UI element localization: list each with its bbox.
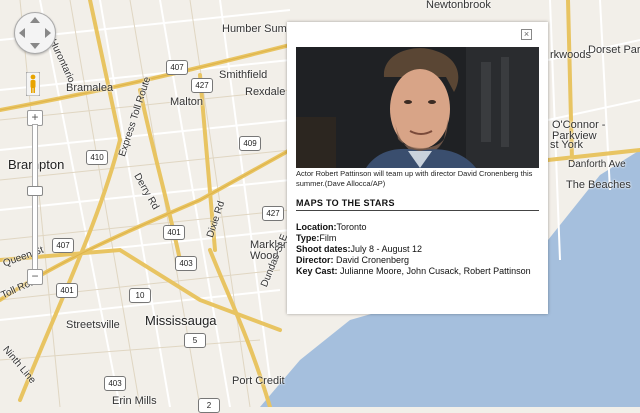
pan-right-icon[interactable] — [45, 28, 51, 38]
shield-401a: 401 — [163, 225, 185, 240]
detail-label: Shoot dates: — [296, 244, 351, 254]
pan-control[interactable] — [14, 12, 56, 54]
details-list: Location:Toronto Type:Film Shoot dates:J… — [296, 222, 539, 277]
label-newtonbrook: Newtonbrook — [426, 0, 491, 11]
pegman-icon[interactable] — [26, 72, 40, 96]
zoom-slider-track[interactable] — [32, 124, 38, 270]
label-streetsville: Streetsville — [66, 319, 120, 331]
label-mississauga: Mississauga — [145, 313, 217, 328]
detail-value: David Cronenberg — [333, 255, 410, 265]
shield-410: 410 — [86, 150, 108, 165]
detail-row: Location:Toronto — [296, 222, 539, 233]
detail-row: Type:Film — [296, 233, 539, 244]
label-erin-mills: Erin Mills — [112, 395, 157, 407]
label-parkwoods: rkwoods — [550, 49, 591, 61]
info-title: MAPS TO THE STARS — [296, 198, 395, 208]
label-danforth: Danforth Ave — [568, 159, 626, 170]
shield-407a: 407 — [166, 60, 188, 75]
pan-up-icon[interactable] — [30, 17, 40, 23]
shield-403a: 403 — [175, 256, 197, 271]
detail-row: Key Cast: Julianne Moore, John Cusack, R… — [296, 266, 539, 277]
detail-row: Director: David Cronenberg — [296, 255, 539, 266]
detail-label: Key Cast: — [296, 266, 338, 276]
label-malton: Malton — [170, 96, 204, 108]
title-divider — [296, 210, 539, 211]
shield-427b: 427 — [262, 206, 284, 221]
pan-left-icon[interactable] — [19, 28, 25, 38]
detail-value: Julianne Moore, John Cusack, Robert Patt… — [337, 266, 531, 276]
zoom-slider-handle[interactable] — [27, 186, 43, 196]
label-east-york: st York — [550, 139, 584, 151]
info-window: × Actor Robert Pattinson will team up wi… — [287, 22, 548, 314]
photo-robert-pattinson — [296, 47, 539, 168]
shield-10: 10 — [129, 288, 151, 303]
label-bramalea: Bramalea — [66, 82, 114, 94]
label-smithfield: Smithfield — [219, 69, 268, 81]
close-icon[interactable]: × — [521, 29, 532, 40]
shield-407b: 407 — [52, 238, 74, 253]
pan-down-icon[interactable] — [30, 43, 40, 49]
shield-403b: 403 — [104, 376, 126, 391]
photo-caption: Actor Robert Pattinson will team up with… — [296, 169, 533, 188]
detail-label: Type: — [296, 233, 320, 243]
detail-value: Toronto — [336, 222, 367, 232]
detail-row: Shoot dates:July 8 - August 12 — [296, 244, 539, 255]
shield-427a: 427 — [191, 78, 213, 93]
detail-value: Film — [319, 233, 337, 243]
label-the-beaches: The Beaches — [566, 179, 631, 191]
detail-label: Director: — [296, 255, 334, 265]
shield-401b: 401 — [56, 283, 78, 298]
label-port-credit: Port Credit — [232, 375, 285, 387]
label-rexdale: Rexdale — [245, 86, 286, 98]
shield-2: 2 — [198, 398, 220, 413]
shield-5: 5 — [184, 333, 206, 348]
shield-409: 409 — [239, 136, 261, 151]
zoom-out-button[interactable]: − — [27, 269, 43, 285]
label-dorset-park: Dorset Park — [588, 44, 640, 56]
detail-label: Location: — [296, 222, 337, 232]
detail-value: July 8 - August 12 — [350, 244, 423, 254]
